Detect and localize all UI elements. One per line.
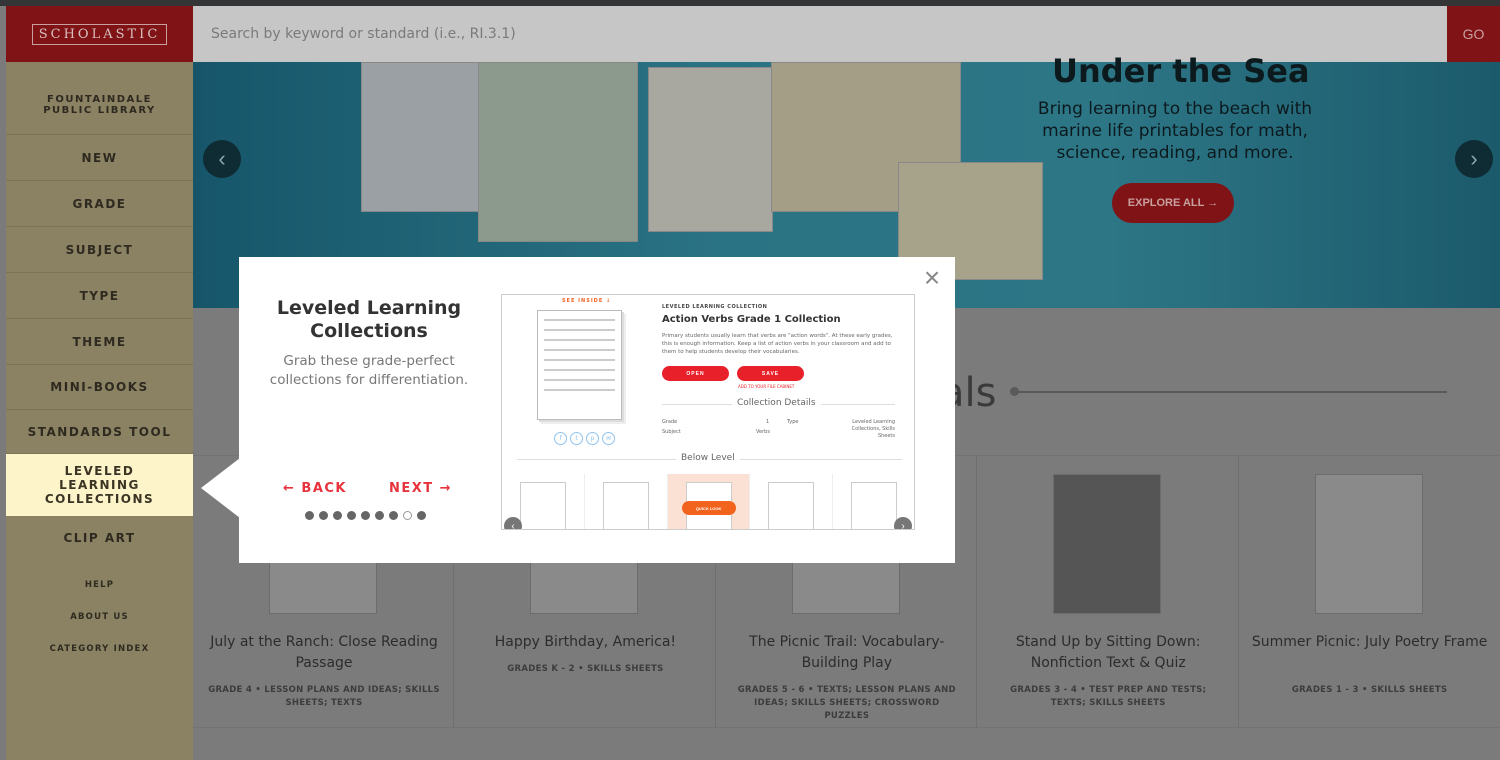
- tour-step-dot[interactable]: [333, 511, 342, 520]
- tour-pointer: [201, 458, 240, 518]
- tour-step-dot[interactable]: [347, 511, 356, 520]
- tour-step-dot[interactable]: [389, 511, 398, 520]
- card-meta: GRADES 5 - 6 • TEXTS; LESSON PLANS AND I…: [737, 685, 956, 721]
- tour-preview-image: SEE INSIDE ↓ f t p ✉ LEVELED LEARNING CO…: [501, 294, 915, 530]
- sidebar-item-clip-art[interactable]: CLIP ART: [6, 516, 193, 560]
- card-title[interactable]: Stand Up by Sitting Down: Nonfiction Tex…: [987, 632, 1229, 674]
- preview-kicker: LEVELED LEARNING COLLECTION: [662, 304, 768, 310]
- resource-card[interactable]: Stand Up by Sitting Down: Nonfiction Tex…: [977, 456, 1239, 727]
- collection-details-heading: Collection Details: [732, 398, 821, 408]
- card-title[interactable]: July at the Ranch: Close Reading Passage: [203, 632, 445, 674]
- sidebar-link-help[interactable]: HELP: [6, 576, 193, 594]
- tour-step-dot[interactable]: [403, 511, 412, 520]
- card-thumbnail[interactable]: [1314, 474, 1423, 614]
- card-meta: GRADES 1 - 3 • SKILLS SHEETS: [1291, 685, 1448, 695]
- sidebar-item-standards-tool[interactable]: STANDARDS TOOL: [6, 410, 193, 454]
- preview-save-button: SAVE: [737, 366, 804, 381]
- banner-worksheet-image: [361, 62, 481, 212]
- preview-add-cabinet: ADD TO YOUR FILE CABINET: [738, 384, 795, 389]
- preview-description: Primary students usually learn that verb…: [662, 333, 893, 355]
- tour-title: Leveled Learning Collections: [276, 297, 462, 342]
- type-value: Leveled Learning Collections, Skills She…: [851, 419, 895, 439]
- below-level-heading: Below Level: [676, 453, 740, 463]
- share-icons: f t p ✉: [554, 432, 615, 445]
- card-title[interactable]: The Picnic Trail: Vocabulary-Building Pl…: [726, 632, 968, 674]
- tour-step-dots: [305, 511, 426, 520]
- tour-step-dot[interactable]: [319, 511, 328, 520]
- facebook-icon: f: [554, 432, 567, 445]
- subject-value: Verbs: [756, 429, 770, 435]
- sidebar-item-grade[interactable]: GRADE: [6, 181, 193, 227]
- preview-open-button: OPEN: [662, 366, 729, 381]
- email-icon: ✉: [602, 432, 615, 445]
- scholastic-logo[interactable]: SCHOLASTIC: [6, 6, 193, 62]
- sidebar-item-theme[interactable]: THEME: [6, 319, 193, 365]
- twitter-icon: t: [570, 432, 583, 445]
- banner-worksheet-image: [478, 62, 638, 242]
- heading-rule: [1015, 391, 1447, 393]
- sidebar-item-mini-books[interactable]: MINI-BOOKS: [6, 365, 193, 410]
- chevron-right-icon: ›: [894, 517, 912, 529]
- library-name: FOUNTAINDALE PUBLIC LIBRARY: [6, 75, 193, 135]
- sidebar-item-subject[interactable]: SUBJECT: [6, 227, 193, 273]
- grade-label: Grade: [662, 419, 678, 425]
- sidebar-item-leveled-learning-collections[interactable]: LEVELED LEARNING COLLECTIONS: [6, 454, 193, 516]
- card-meta: GRADE 4 • LESSON PLANS AND IDEAS; SKILLS…: [208, 685, 440, 708]
- resource-card[interactable]: Summer Picnic: July Poetry Frame GRADES 1…: [1239, 456, 1500, 727]
- tour-step-dot[interactable]: [417, 511, 426, 520]
- tour-popup: Leveled Learning Collections Grab these …: [239, 257, 955, 563]
- go-button[interactable]: GO: [1447, 6, 1500, 62]
- grade-value: 1: [766, 419, 770, 425]
- sidebar-link-category-index[interactable]: CATEGORY INDEX: [6, 640, 193, 658]
- chevron-left-icon: ‹: [504, 517, 522, 529]
- carousel-next-button[interactable]: ›: [1455, 140, 1493, 178]
- sidebar-item-type[interactable]: TYPE: [6, 273, 193, 319]
- pinterest-icon: p: [586, 432, 599, 445]
- banner-subtitle: Bring learning to the beach with marine …: [1037, 99, 1313, 163]
- preview-worksheet-strip: QUICK LOOK: [502, 474, 914, 529]
- sidebar-item-new[interactable]: NEW: [6, 135, 193, 181]
- banner-worksheet-image: [648, 67, 773, 232]
- subject-label: Subject: [662, 429, 681, 435]
- tour-back-button[interactable]: ← BACK: [283, 481, 347, 496]
- tour-description: Grab these grade-perfect collections for…: [269, 353, 469, 388]
- card-thumbnail[interactable]: [1053, 474, 1162, 614]
- tour-next-button[interactable]: NEXT →: [389, 481, 452, 496]
- quick-look-button: QUICK LOOK: [681, 501, 736, 515]
- sidebar: FOUNTAINDALE PUBLIC LIBRARY NEW GRADE SU…: [6, 62, 193, 760]
- card-meta: GRADES 3 - 4 • TEST PREP AND TESTS; TEXT…: [1010, 685, 1207, 708]
- banner-title: Under the Sea: [1052, 52, 1310, 90]
- carousel-prev-button[interactable]: ‹: [203, 140, 241, 178]
- see-inside-label: SEE INSIDE ↓: [562, 298, 612, 304]
- type-label: Type: [787, 419, 799, 425]
- card-meta: GRADES K - 2 • SKILLS SHEETS: [507, 664, 664, 674]
- card-title[interactable]: Happy Birthday, America!: [464, 632, 706, 653]
- close-icon[interactable]: ×: [919, 264, 945, 292]
- tour-step-dot[interactable]: [305, 511, 314, 520]
- card-title[interactable]: Summer Picnic: July Poetry Frame: [1249, 632, 1491, 653]
- tour-step-dot[interactable]: [361, 511, 370, 520]
- worksheet-thumbnail: [537, 310, 622, 420]
- explore-all-button[interactable]: EXPLORE ALL →: [1112, 183, 1234, 223]
- tour-step-dot[interactable]: [375, 511, 384, 520]
- preview-title: Action Verbs Grade 1 Collection: [662, 314, 841, 325]
- sidebar-link-about-us[interactable]: ABOUT US: [6, 608, 193, 626]
